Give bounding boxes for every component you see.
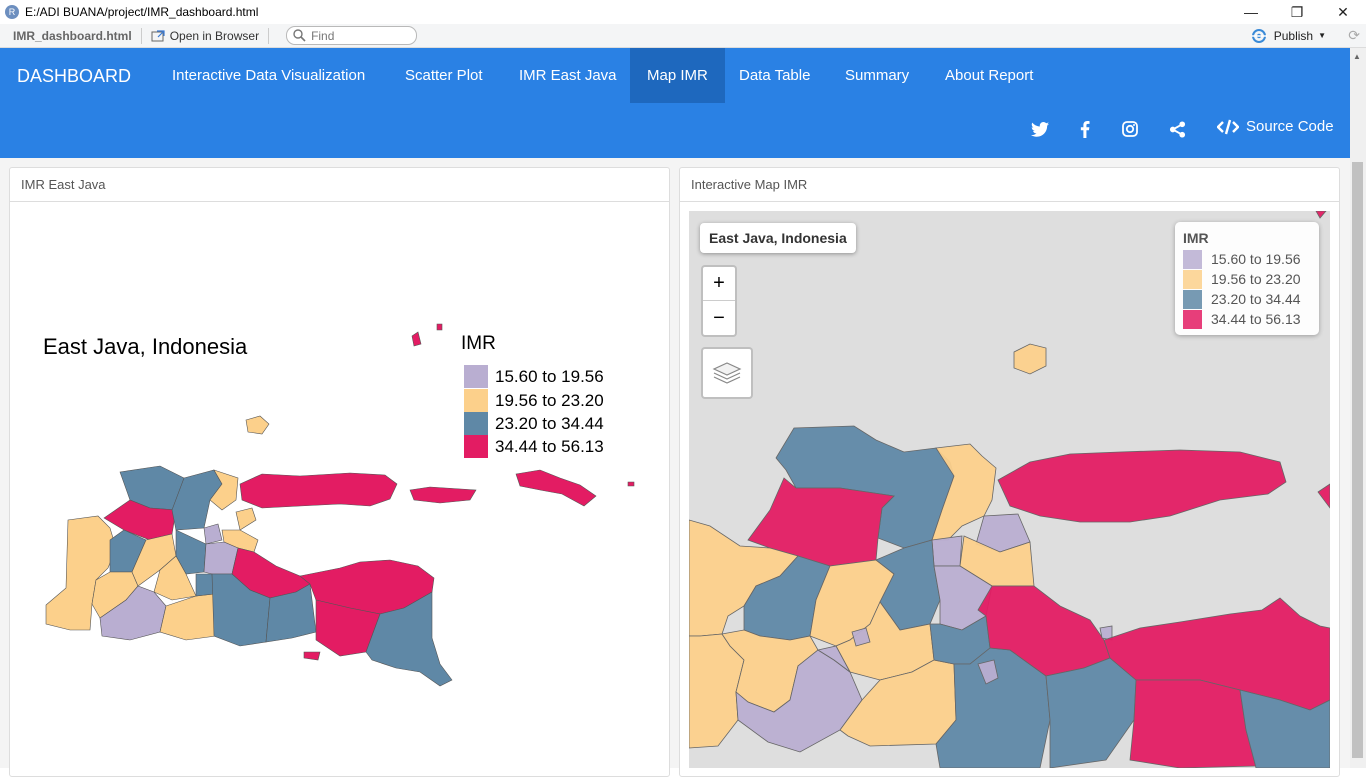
legend-swatch xyxy=(1183,289,1202,309)
zoom-out-button[interactable]: − xyxy=(703,301,735,335)
facebook-icon[interactable] xyxy=(1074,118,1096,140)
find-placeholder: Find xyxy=(311,28,335,43)
publish-icon xyxy=(1251,28,1267,43)
r-app-icon: R xyxy=(5,5,19,19)
legend-swatch xyxy=(1183,269,1202,289)
legend-swatch xyxy=(464,435,488,458)
source-code-label: Source Code xyxy=(1246,118,1334,135)
static-map-title: East Java, Indonesia xyxy=(43,334,248,359)
toolbar-divider xyxy=(268,27,270,44)
legend-label: 34.44 to 56.13 xyxy=(495,436,604,456)
legend-swatch xyxy=(1183,309,1202,329)
legend-label: 34.44 to 56.13 xyxy=(1211,311,1301,327)
nav-map-imr[interactable]: Map IMR xyxy=(630,48,725,103)
restore-icon[interactable]: ❐ xyxy=(1274,0,1320,24)
layers-button[interactable] xyxy=(701,347,753,399)
leaflet-legend: IMR 15.60 to 19.56 19.56 to 23.20 23.20 … xyxy=(1175,222,1319,335)
code-icon xyxy=(1217,119,1239,134)
viewer-toolbar: IMR_dashboard.html Open in Browser Find … xyxy=(0,24,1366,48)
legend-swatch xyxy=(464,412,488,435)
search-icon xyxy=(293,29,306,42)
scroll-up-icon[interactable]: ▲ xyxy=(1353,52,1361,61)
dashboard-navbar: DASHBOARD Interactive Data Visualization… xyxy=(0,48,1350,158)
legend-label: 19.56 to 23.20 xyxy=(1211,271,1301,287)
legend-label: 15.60 to 19.56 xyxy=(1211,251,1301,267)
source-code-link[interactable]: Source Code xyxy=(1217,118,1334,135)
open-in-browser-button[interactable]: Open in Browser xyxy=(151,29,259,43)
twitter-icon[interactable] xyxy=(1029,118,1051,140)
card-header: IMR East Java xyxy=(10,168,669,202)
zoom-control: + − xyxy=(701,265,737,337)
layers-icon xyxy=(712,362,742,384)
open-external-icon xyxy=(151,29,165,41)
leaflet-legend-item: 15.60 to 19.56 xyxy=(1183,249,1311,269)
instagram-icon[interactable] xyxy=(1119,118,1141,140)
zoom-in-button[interactable]: + xyxy=(703,267,735,301)
leaflet-legend-title: IMR xyxy=(1183,230,1209,246)
share-icon[interactable] xyxy=(1166,118,1188,140)
static-choropleth-map xyxy=(45,323,635,687)
card-header: Interactive Map IMR xyxy=(680,168,1339,202)
page-scrollbar[interactable]: ▲ xyxy=(1350,48,1366,768)
leaflet-map[interactable]: East Java, Indonesia + − IMR 15.60 to 19… xyxy=(689,211,1330,768)
static-legend-item: 34.44 to 56.13 xyxy=(464,435,604,458)
legend-swatch xyxy=(464,365,488,388)
toolbar-divider xyxy=(140,27,142,44)
leaflet-legend-item: 23.20 to 34.44 xyxy=(1183,289,1311,309)
leaflet-legend-item: 19.56 to 23.20 xyxy=(1183,269,1311,289)
minimize-icon[interactable]: — xyxy=(1228,0,1274,24)
nav-about-report[interactable]: About Report xyxy=(928,48,1050,103)
publish-button[interactable]: Publish ▼ xyxy=(1251,28,1326,43)
legend-label: 19.56 to 23.20 xyxy=(495,390,604,410)
window-titlebar: R E:/ADI BUANA/project/IMR_dashboard.htm… xyxy=(0,0,1366,24)
nav-imr-east-java[interactable]: IMR East Java xyxy=(502,48,634,103)
file-name: IMR_dashboard.html xyxy=(13,28,132,43)
static-legend-item: 15.60 to 19.56 xyxy=(464,365,604,388)
static-legend-item: 19.56 to 23.20 xyxy=(464,389,604,412)
scrollbar-thumb[interactable] xyxy=(1352,162,1363,758)
static-legend-title: IMR xyxy=(461,333,496,354)
publish-label: Publish xyxy=(1273,28,1314,43)
open-in-browser-label: Open in Browser xyxy=(169,28,260,43)
nav-interactive-data-visualization[interactable]: Interactive Data Visualization xyxy=(155,48,382,103)
find-input[interactable]: Find xyxy=(286,26,418,45)
refresh-icon[interactable]: ⟳ xyxy=(1348,27,1360,44)
nav-summary[interactable]: Summary xyxy=(828,48,926,103)
legend-swatch xyxy=(1183,249,1202,269)
static-legend-item: 23.20 to 34.44 xyxy=(464,412,604,435)
legend-label: 23.20 to 34.44 xyxy=(495,413,604,433)
window-title: E:/ADI BUANA/project/IMR_dashboard.html xyxy=(25,5,259,19)
dashboard-brand[interactable]: DASHBOARD xyxy=(17,66,131,87)
legend-label: 23.20 to 34.44 xyxy=(1211,291,1301,307)
legend-swatch xyxy=(464,389,488,412)
caret-down-icon: ▼ xyxy=(1318,31,1326,40)
nav-data-table[interactable]: Data Table xyxy=(722,48,827,103)
leaflet-legend-item: 34.44 to 56.13 xyxy=(1183,309,1311,329)
close-icon[interactable]: ✕ xyxy=(1320,0,1366,24)
nav-scatter-plot[interactable]: Scatter Plot xyxy=(388,48,500,103)
legend-label: 15.60 to 19.56 xyxy=(495,366,604,386)
leaflet-map-title: East Java, Indonesia xyxy=(700,223,856,253)
